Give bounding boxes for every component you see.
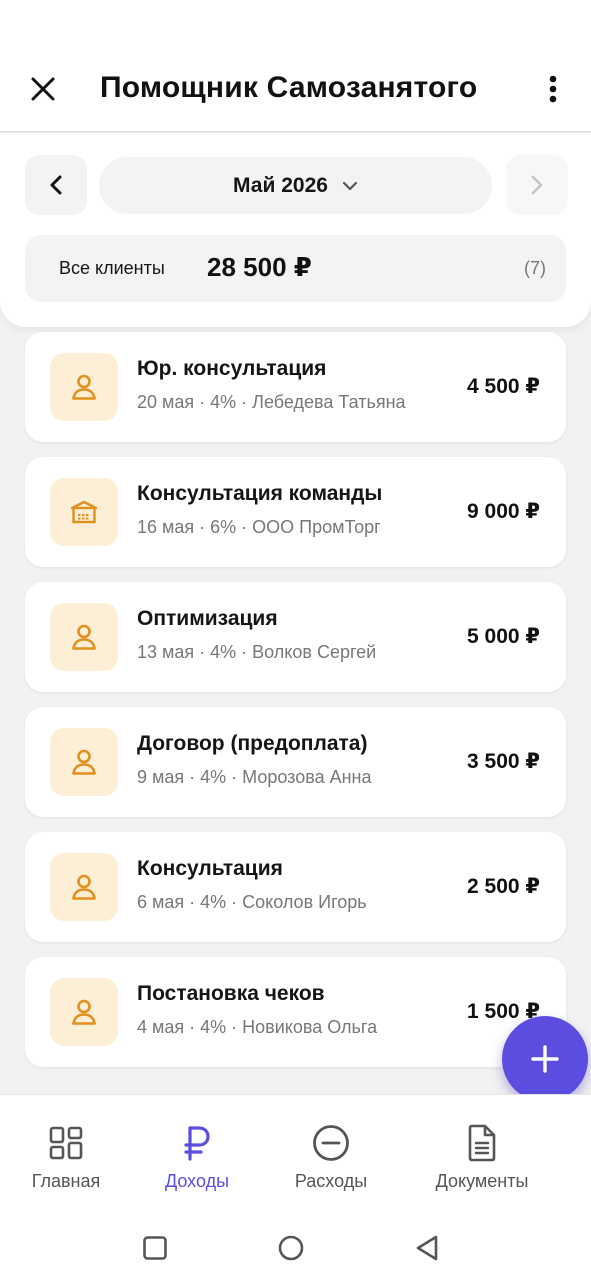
more-vertical-icon bbox=[549, 75, 557, 103]
back-button[interactable] bbox=[409, 1230, 445, 1266]
income-meta: 16 мая · 6% · ООО ПромТорг bbox=[137, 517, 381, 537]
person-icon-tile bbox=[50, 853, 118, 921]
person-icon-tile bbox=[50, 353, 118, 421]
company-icon-tile bbox=[50, 478, 118, 546]
month-label: Май 2026 bbox=[233, 173, 328, 197]
income-meta: 20 мая · 4% · Лебедева Татьяна bbox=[137, 392, 406, 412]
income-meta: 13 мая · 4% · Волков Сергей bbox=[137, 642, 377, 662]
income-amount: 5 000 ₽ bbox=[467, 625, 540, 648]
income-amount: 9 000 ₽ bbox=[467, 500, 540, 523]
income-count: (7) bbox=[524, 258, 546, 278]
tab-label: Документы bbox=[435, 1171, 529, 1191]
tab-home[interactable]: Главная bbox=[0, 1095, 136, 1213]
tab-label: Расходы bbox=[294, 1171, 368, 1191]
tab-documents[interactable]: Документы bbox=[412, 1095, 552, 1213]
recent-apps-button[interactable] bbox=[137, 1230, 173, 1266]
ruble-icon bbox=[184, 1126, 210, 1161]
tab-label: Главная bbox=[31, 1171, 101, 1191]
status-bar bbox=[0, 0, 591, 52]
income-amount: 2 500 ₽ bbox=[467, 875, 540, 898]
income-card[interactable]: Консультация команды 16 мая · 6% · ООО П… bbox=[25, 457, 566, 567]
system-navigation-bar bbox=[0, 1212, 591, 1280]
total-amount: 28 500 ₽ bbox=[207, 252, 312, 282]
bottom-nav: Главная Доходы Расходы Документы bbox=[0, 1094, 591, 1212]
tab-expenses[interactable]: Расходы bbox=[261, 1095, 401, 1213]
income-title: Оптимизация bbox=[137, 607, 278, 630]
chevron-down-icon bbox=[342, 181, 358, 190]
income-card[interactable]: Постановка чеков 4 мая · 4% · Новикова О… bbox=[25, 957, 566, 1067]
income-amount: 4 500 ₽ bbox=[467, 375, 540, 398]
circle-icon bbox=[278, 1235, 304, 1261]
income-title: Постановка чеков bbox=[137, 982, 325, 1005]
next-month-button[interactable] bbox=[506, 155, 568, 215]
company-icon bbox=[70, 500, 98, 524]
clients-filter-label: Все клиенты bbox=[59, 258, 165, 278]
chevron-right-icon bbox=[531, 175, 543, 195]
square-icon bbox=[143, 1236, 167, 1260]
previous-month-button[interactable] bbox=[25, 155, 87, 215]
income-meta: 4 мая · 4% · Новикова Ольга bbox=[137, 1017, 378, 1037]
plus-icon bbox=[531, 1045, 559, 1073]
income-card[interactable]: Консультация 6 мая · 4% · Соколов Игорь … bbox=[25, 832, 566, 942]
person-icon bbox=[72, 999, 96, 1025]
income-card[interactable]: Оптимизация 13 мая · 4% · Волков Сергей … bbox=[25, 582, 566, 692]
page-title: Помощник Самозанятого bbox=[100, 71, 478, 104]
person-icon bbox=[72, 374, 96, 400]
income-card[interactable]: Договор (предоплата) 9 мая · 4% · Морозо… bbox=[25, 707, 566, 817]
minus-circle-icon bbox=[313, 1125, 349, 1161]
person-icon-tile bbox=[50, 728, 118, 796]
person-icon-tile bbox=[50, 603, 118, 671]
income-title: Договор (предоплата) bbox=[137, 732, 368, 755]
close-button[interactable] bbox=[24, 70, 62, 108]
month-selector[interactable]: Май 2026 bbox=[99, 157, 492, 214]
person-icon bbox=[72, 874, 96, 900]
app-header: Помощник Самозанятого bbox=[0, 52, 591, 132]
add-income-button[interactable] bbox=[502, 1016, 588, 1102]
home-button[interactable] bbox=[273, 1230, 309, 1266]
period-panel: Май 2026 Все клиенты 28 500 ₽ (7) bbox=[0, 133, 591, 327]
person-icon-tile bbox=[50, 978, 118, 1046]
income-meta: 6 мая · 4% · Соколов Игорь bbox=[137, 892, 367, 912]
clients-summary[interactable]: Все клиенты 28 500 ₽ (7) bbox=[25, 235, 566, 302]
person-icon bbox=[72, 749, 96, 775]
income-title: Консультация bbox=[137, 857, 283, 880]
document-icon bbox=[468, 1124, 496, 1162]
chevron-left-icon bbox=[50, 175, 62, 195]
tab-label: Доходы bbox=[164, 1171, 230, 1191]
person-icon bbox=[72, 624, 96, 650]
dashboard-icon bbox=[49, 1126, 83, 1160]
tab-income[interactable]: Доходы bbox=[127, 1095, 267, 1213]
income-title: Консультация команды bbox=[137, 482, 383, 505]
close-icon bbox=[31, 77, 55, 101]
triangle-back-icon bbox=[416, 1235, 438, 1261]
income-card[interactable]: Юр. консультация 20 мая · 4% · Лебедева … bbox=[25, 332, 566, 442]
income-meta: 9 мая · 4% · Морозова Анна bbox=[137, 767, 372, 787]
more-menu-button[interactable] bbox=[539, 70, 567, 108]
income-amount: 3 500 ₽ bbox=[467, 750, 540, 773]
income-title: Юр. консультация bbox=[137, 357, 327, 380]
